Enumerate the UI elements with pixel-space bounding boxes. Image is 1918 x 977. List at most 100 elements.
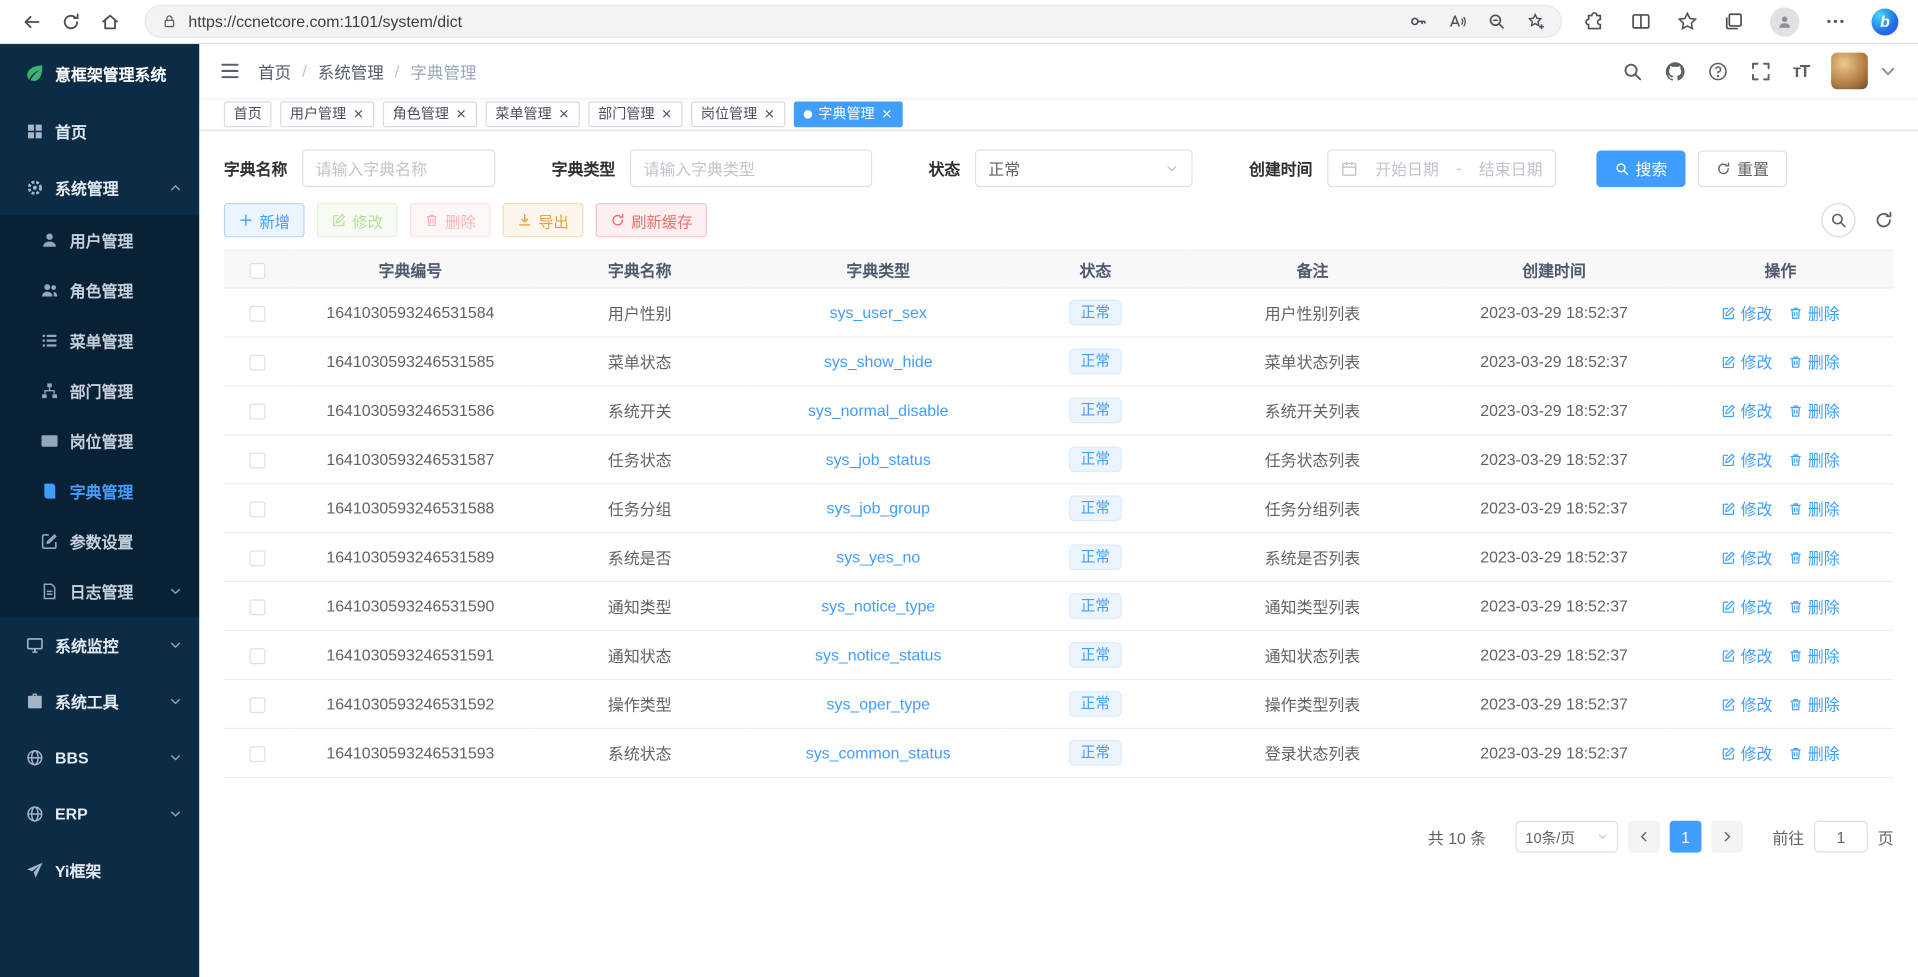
sidebar-item-11[interactable]: 系统工具	[0, 673, 199, 729]
font-size-button[interactable]: тT	[1793, 61, 1809, 81]
close-icon[interactable]	[661, 108, 673, 120]
close-icon[interactable]	[558, 108, 570, 120]
dict-type-link[interactable]: sys_normal_disable	[808, 401, 949, 419]
row-edit-button[interactable]: 修改	[1721, 692, 1772, 715]
breadcrumb-item[interactable]: 系统管理	[318, 59, 384, 83]
row-edit-button[interactable]: 修改	[1721, 350, 1772, 373]
current-page-button[interactable]: 1	[1670, 821, 1702, 853]
read-aloud-icon[interactable]	[1448, 12, 1466, 30]
close-icon[interactable]	[352, 108, 364, 120]
row-checkbox[interactable]	[250, 697, 266, 713]
row-delete-button[interactable]: 删除	[1788, 301, 1839, 324]
dict-type-link[interactable]: sys_notice_status	[815, 646, 941, 664]
sidebar-item-1[interactable]: 系统管理	[0, 159, 199, 215]
browser-profile-avatar[interactable]	[1770, 7, 1799, 36]
delete-button[interactable]: 删除	[410, 203, 491, 237]
row-edit-button[interactable]: 修改	[1721, 301, 1772, 324]
add-button[interactable]: 新增	[224, 203, 305, 237]
tab-0[interactable]: 首页	[224, 101, 272, 127]
tab-3[interactable]: 菜单管理	[486, 101, 580, 127]
tab-6[interactable]: 字典管理	[794, 101, 903, 127]
dict-type-link[interactable]: sys_job_group	[827, 499, 930, 517]
row-edit-button[interactable]: 修改	[1721, 448, 1772, 471]
row-delete-button[interactable]: 删除	[1788, 497, 1839, 520]
dict-type-link[interactable]: sys_job_status	[826, 450, 931, 468]
sidebar-item-13[interactable]: ERP	[0, 785, 199, 841]
sidebar-item-3[interactable]: 角色管理	[0, 265, 199, 315]
row-checkbox[interactable]	[250, 746, 266, 762]
row-delete-button[interactable]: 删除	[1788, 594, 1839, 617]
collections-icon[interactable]	[1723, 11, 1744, 32]
dict-type-link[interactable]: sys_common_status	[806, 744, 951, 762]
row-checkbox[interactable]	[250, 453, 266, 469]
search-button[interactable]: 搜索	[1596, 150, 1685, 187]
help-icon[interactable]	[1707, 61, 1728, 82]
extensions-icon[interactable]	[1584, 11, 1605, 32]
sidebar-item-5[interactable]: 部门管理	[0, 366, 199, 416]
sidebar-item-7[interactable]: 字典管理	[0, 466, 199, 516]
row-checkbox[interactable]	[250, 355, 266, 371]
row-edit-button[interactable]: 修改	[1721, 497, 1772, 520]
sidebar-item-12[interactable]: BBS	[0, 729, 199, 785]
refresh-cache-button[interactable]: 刷新缓存	[596, 203, 707, 237]
search-icon[interactable]	[1621, 61, 1642, 82]
row-edit-button[interactable]: 修改	[1721, 546, 1772, 569]
prev-page-button[interactable]	[1628, 821, 1660, 853]
row-checkbox[interactable]	[250, 550, 266, 566]
row-delete-button[interactable]: 删除	[1788, 692, 1839, 715]
address-bar[interactable]: https://ccnetcore.com:1101/system/dict	[144, 5, 1562, 38]
row-delete-button[interactable]: 删除	[1788, 643, 1839, 666]
reload-button[interactable]	[54, 5, 88, 38]
edit-button[interactable]: 修改	[317, 203, 398, 237]
add-favorite-icon[interactable]	[1527, 12, 1545, 30]
close-icon[interactable]	[763, 108, 775, 120]
export-button[interactable]: 导出	[503, 203, 584, 237]
dict-name-input[interactable]: 请输入字典名称	[302, 149, 495, 187]
row-checkbox[interactable]	[250, 306, 266, 322]
row-edit-button[interactable]: 修改	[1721, 643, 1772, 666]
github-icon[interactable]	[1664, 61, 1685, 82]
date-range-picker[interactable]: 开始日期 - 结束日期	[1327, 149, 1556, 187]
row-checkbox[interactable]	[250, 502, 266, 518]
chevron-down-icon[interactable]	[1878, 61, 1899, 82]
show-search-toggle-button[interactable]	[1821, 203, 1855, 237]
goto-page-input[interactable]: 1	[1814, 821, 1868, 853]
row-edit-button[interactable]: 修改	[1721, 399, 1772, 422]
status-select[interactable]: 正常	[975, 149, 1193, 187]
close-icon[interactable]	[881, 108, 893, 120]
dict-type-link[interactable]: sys_notice_type	[821, 597, 935, 615]
refresh-table-icon[interactable]	[1874, 210, 1894, 230]
sidebar-item-14[interactable]: Yi框架	[0, 842, 199, 898]
dict-type-link[interactable]: sys_user_sex	[830, 303, 927, 321]
row-checkbox[interactable]	[250, 404, 266, 420]
tab-2[interactable]: 角色管理	[383, 101, 477, 127]
zoom-indicator-icon[interactable]	[1487, 12, 1505, 30]
next-page-button[interactable]	[1711, 821, 1743, 853]
page-size-select[interactable]: 10条/页	[1516, 821, 1619, 853]
dict-type-link[interactable]: sys_show_hide	[824, 352, 933, 370]
row-checkbox[interactable]	[250, 599, 266, 615]
sidebar-item-6[interactable]: 岗位管理	[0, 416, 199, 466]
dict-type-link[interactable]: sys_oper_type	[827, 695, 930, 713]
back-button[interactable]	[15, 5, 49, 38]
dict-type-input[interactable]: 请输入字典类型	[630, 149, 872, 187]
sidebar-toggle-icon[interactable]	[219, 60, 241, 82]
row-delete-button[interactable]: 删除	[1788, 546, 1839, 569]
url-text[interactable]: https://ccnetcore.com:1101/system/dict	[188, 12, 1398, 30]
fullscreen-icon[interactable]	[1750, 61, 1771, 82]
user-avatar[interactable]	[1831, 53, 1868, 90]
bing-icon[interactable]: b	[1871, 8, 1898, 35]
sidebar-item-10[interactable]: 系统监控	[0, 616, 199, 672]
sidebar-item-8[interactable]: 参数设置	[0, 516, 199, 566]
row-delete-button[interactable]: 删除	[1788, 350, 1839, 373]
password-key-icon[interactable]	[1409, 12, 1427, 30]
reset-button[interactable]: 重置	[1698, 150, 1787, 187]
row-delete-button[interactable]: 删除	[1788, 448, 1839, 471]
sidebar-item-9[interactable]: 日志管理	[0, 566, 199, 616]
row-checkbox[interactable]	[250, 648, 266, 664]
tab-5[interactable]: 岗位管理	[691, 101, 785, 127]
browser-menu-icon[interactable]	[1825, 11, 1846, 32]
close-icon[interactable]	[455, 108, 467, 120]
row-edit-button[interactable]: 修改	[1721, 741, 1772, 764]
row-delete-button[interactable]: 删除	[1788, 399, 1839, 422]
